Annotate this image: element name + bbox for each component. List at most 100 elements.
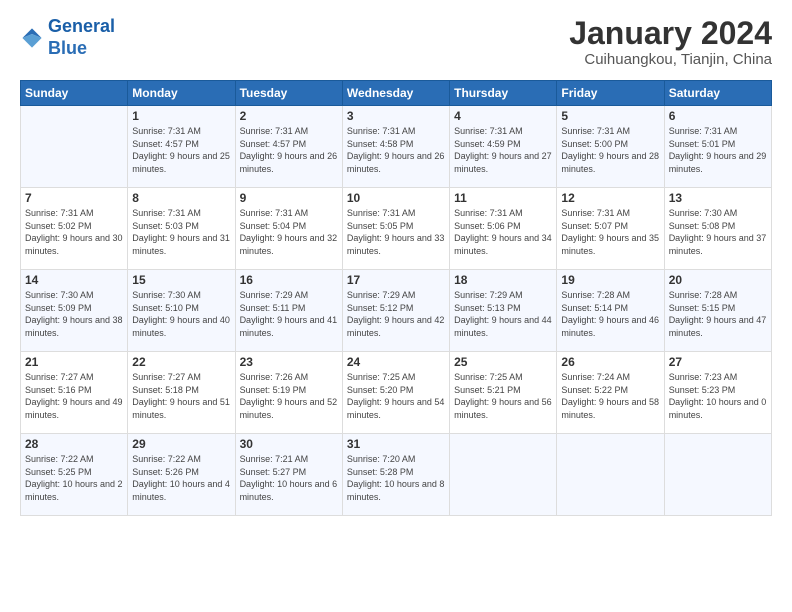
day-number: 17: [347, 273, 445, 287]
location-title: Cuihuangkou, Tianjin, China: [569, 51, 772, 68]
day-info: Sunrise: 7:30 AM Sunset: 5:10 PM Dayligh…: [132, 289, 230, 339]
day-info: Sunrise: 7:25 AM Sunset: 5:20 PM Dayligh…: [347, 371, 445, 421]
calendar-cell: 19 Sunrise: 7:28 AM Sunset: 5:14 PM Dayli…: [557, 270, 664, 352]
calendar-cell: 2 Sunrise: 7:31 AM Sunset: 4:57 PM Daylig…: [235, 106, 342, 188]
day-number: 2: [240, 109, 338, 123]
header: General Blue January 2024 Cuihuangkou, T…: [20, 16, 772, 68]
calendar-body: 1 Sunrise: 7:31 AM Sunset: 4:57 PM Daylig…: [21, 106, 772, 516]
day-number: 14: [25, 273, 123, 287]
week-row-3: 21 Sunrise: 7:27 AM Sunset: 5:16 PM Dayli…: [21, 352, 772, 434]
day-info: Sunrise: 7:31 AM Sunset: 5:01 PM Dayligh…: [669, 125, 767, 175]
day-number: 23: [240, 355, 338, 369]
day-number: 6: [669, 109, 767, 123]
day-info: Sunrise: 7:26 AM Sunset: 5:19 PM Dayligh…: [240, 371, 338, 421]
day-info: Sunrise: 7:31 AM Sunset: 5:03 PM Dayligh…: [132, 207, 230, 257]
calendar-cell: 24Sunrise: 7:25 AM Sunset: 5:20 PM Dayli…: [342, 352, 449, 434]
day-info: Sunrise: 7:25 AM Sunset: 5:21 PM Dayligh…: [454, 371, 552, 421]
calendar-cell: 18 Sunrise: 7:29 AM Sunset: 5:13 PM Dayli…: [450, 270, 557, 352]
calendar-cell: 21 Sunrise: 7:27 AM Sunset: 5:16 PM Dayli…: [21, 352, 128, 434]
week-row-0: 1 Sunrise: 7:31 AM Sunset: 4:57 PM Daylig…: [21, 106, 772, 188]
day-number: 18: [454, 273, 552, 287]
day-info: Sunrise: 7:24 AM Sunset: 5:22 PM Dayligh…: [561, 371, 659, 421]
header-friday: Friday: [557, 81, 664, 106]
day-info: Sunrise: 7:29 AM Sunset: 5:13 PM Dayligh…: [454, 289, 552, 339]
day-number: 30: [240, 437, 338, 451]
calendar-cell: 13Sunrise: 7:30 AM Sunset: 5:08 PM Dayli…: [664, 188, 771, 270]
day-number: 20: [669, 273, 767, 287]
day-info: Sunrise: 7:30 AM Sunset: 5:08 PM Dayligh…: [669, 207, 767, 257]
day-number: 1: [132, 109, 230, 123]
week-row-1: 7Sunrise: 7:31 AM Sunset: 5:02 PM Daylig…: [21, 188, 772, 270]
calendar-cell: 14 Sunrise: 7:30 AM Sunset: 5:09 PM Dayli…: [21, 270, 128, 352]
day-info: Sunrise: 7:22 AM Sunset: 5:26 PM Dayligh…: [132, 453, 230, 503]
calendar-cell: 23 Sunrise: 7:26 AM Sunset: 5:19 PM Dayli…: [235, 352, 342, 434]
day-info: Sunrise: 7:28 AM Sunset: 5:15 PM Dayligh…: [669, 289, 767, 339]
day-info: Sunrise: 7:22 AM Sunset: 5:25 PM Dayligh…: [25, 453, 123, 503]
day-info: Sunrise: 7:31 AM Sunset: 4:58 PM Dayligh…: [347, 125, 445, 175]
day-info: Sunrise: 7:31 AM Sunset: 5:07 PM Dayligh…: [561, 207, 659, 257]
week-row-2: 14 Sunrise: 7:30 AM Sunset: 5:09 PM Dayli…: [21, 270, 772, 352]
calendar-cell: 12 Sunrise: 7:31 AM Sunset: 5:07 PM Dayli…: [557, 188, 664, 270]
calendar-cell: 1Sunrise: 7:31 AM Sunset: 4:57 PM Daylig…: [128, 106, 235, 188]
header-monday: Monday: [128, 81, 235, 106]
day-number: 12: [561, 191, 659, 205]
calendar-cell: 3 Sunrise: 7:31 AM Sunset: 4:58 PM Daylig…: [342, 106, 449, 188]
calendar-cell: 28Sunrise: 7:22 AM Sunset: 5:25 PM Dayli…: [21, 434, 128, 516]
calendar-cell: [21, 106, 128, 188]
day-info: Sunrise: 7:31 AM Sunset: 5:05 PM Dayligh…: [347, 207, 445, 257]
calendar-cell: 5 Sunrise: 7:31 AM Sunset: 5:00 PM Daylig…: [557, 106, 664, 188]
day-number: 7: [25, 191, 123, 205]
calendar-table: Sunday Monday Tuesday Wednesday Thursday…: [20, 80, 772, 516]
day-number: 9: [240, 191, 338, 205]
header-thursday: Thursday: [450, 81, 557, 106]
day-info: Sunrise: 7:28 AM Sunset: 5:14 PM Dayligh…: [561, 289, 659, 339]
day-info: Sunrise: 7:27 AM Sunset: 5:16 PM Dayligh…: [25, 371, 123, 421]
day-number: 22: [132, 355, 230, 369]
day-number: 8: [132, 191, 230, 205]
day-number: 4: [454, 109, 552, 123]
calendar-cell: 22Sunrise: 7:27 AM Sunset: 5:18 PM Dayli…: [128, 352, 235, 434]
header-wednesday: Wednesday: [342, 81, 449, 106]
month-title: January 2024: [569, 16, 772, 51]
header-saturday: Saturday: [664, 81, 771, 106]
calendar-cell: 16Sunrise: 7:29 AM Sunset: 5:11 PM Dayli…: [235, 270, 342, 352]
logo-icon: [20, 26, 44, 50]
day-number: 16: [240, 273, 338, 287]
calendar-cell: 9 Sunrise: 7:31 AM Sunset: 5:04 PM Daylig…: [235, 188, 342, 270]
day-number: 21: [25, 355, 123, 369]
calendar-cell: 30 Sunrise: 7:21 AM Sunset: 5:27 PM Dayli…: [235, 434, 342, 516]
day-info: Sunrise: 7:30 AM Sunset: 5:09 PM Dayligh…: [25, 289, 123, 339]
calendar-cell: 6 Sunrise: 7:31 AM Sunset: 5:01 PM Daylig…: [664, 106, 771, 188]
calendar-cell: [557, 434, 664, 516]
header-tuesday: Tuesday: [235, 81, 342, 106]
day-number: 5: [561, 109, 659, 123]
title-block: January 2024 Cuihuangkou, Tianjin, China: [569, 16, 772, 68]
day-number: 3: [347, 109, 445, 123]
calendar-cell: 10Sunrise: 7:31 AM Sunset: 5:05 PM Dayli…: [342, 188, 449, 270]
calendar-header: Sunday Monday Tuesday Wednesday Thursday…: [21, 81, 772, 106]
calendar-cell: 8 Sunrise: 7:31 AM Sunset: 5:03 PM Daylig…: [128, 188, 235, 270]
calendar-cell: 26Sunrise: 7:24 AM Sunset: 5:22 PM Dayli…: [557, 352, 664, 434]
day-info: Sunrise: 7:31 AM Sunset: 4:59 PM Dayligh…: [454, 125, 552, 175]
day-info: Sunrise: 7:31 AM Sunset: 5:00 PM Dayligh…: [561, 125, 659, 175]
page-container: General Blue January 2024 Cuihuangkou, T…: [0, 0, 792, 526]
calendar-cell: 4 Sunrise: 7:31 AM Sunset: 4:59 PM Daylig…: [450, 106, 557, 188]
day-info: Sunrise: 7:23 AM Sunset: 5:23 PM Dayligh…: [669, 371, 767, 421]
day-info: Sunrise: 7:20 AM Sunset: 5:28 PM Dayligh…: [347, 453, 445, 503]
day-number: 11: [454, 191, 552, 205]
day-info: Sunrise: 7:31 AM Sunset: 5:06 PM Dayligh…: [454, 207, 552, 257]
week-row-4: 28Sunrise: 7:22 AM Sunset: 5:25 PM Dayli…: [21, 434, 772, 516]
day-number: 25: [454, 355, 552, 369]
calendar-cell: [450, 434, 557, 516]
day-info: Sunrise: 7:21 AM Sunset: 5:27 PM Dayligh…: [240, 453, 338, 503]
logo: General Blue: [20, 16, 115, 59]
day-info: Sunrise: 7:29 AM Sunset: 5:12 PM Dayligh…: [347, 289, 445, 339]
logo-line1: General: [48, 16, 115, 36]
calendar-cell: 17 Sunrise: 7:29 AM Sunset: 5:12 PM Dayli…: [342, 270, 449, 352]
logo-line2: Blue: [48, 38, 87, 58]
day-number: 15: [132, 273, 230, 287]
day-info: Sunrise: 7:31 AM Sunset: 5:04 PM Dayligh…: [240, 207, 338, 257]
day-info: Sunrise: 7:31 AM Sunset: 4:57 PM Dayligh…: [240, 125, 338, 175]
day-number: 19: [561, 273, 659, 287]
calendar-cell: 29Sunrise: 7:22 AM Sunset: 5:26 PM Dayli…: [128, 434, 235, 516]
